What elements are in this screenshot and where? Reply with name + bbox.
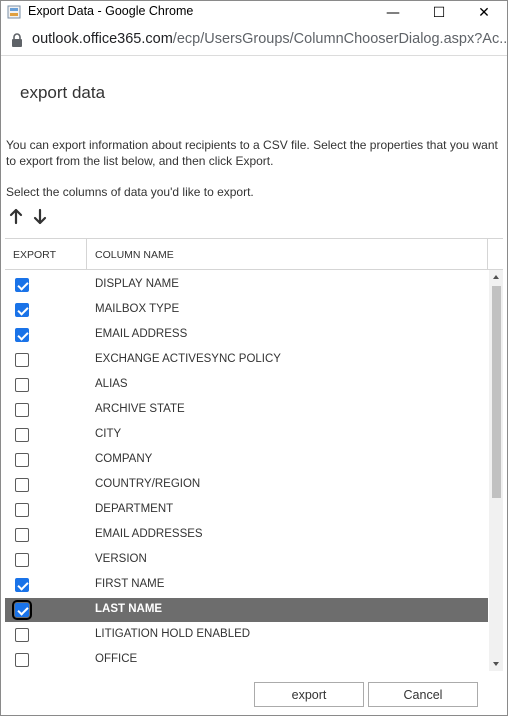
table-row[interactable]: FIRST NAME: [5, 573, 488, 597]
export-app-icon: [7, 5, 21, 19]
table-row[interactable]: COUNTRY/REGION: [5, 473, 488, 497]
column-name-label: ALIAS: [95, 378, 128, 390]
table-row[interactable]: ARCHIVE STATE: [5, 398, 488, 422]
url-text[interactable]: outlook.office365.com/ecp/UsersGroups/Co…: [32, 31, 508, 47]
column-name-label: OFFICE: [95, 653, 138, 665]
table-row[interactable]: EMAIL ADDRESS: [5, 323, 488, 347]
minimize-button[interactable]: —: [370, 1, 416, 24]
move-down-arrow-icon[interactable]: [32, 207, 48, 227]
table-row[interactable]: DISPLAY NAME: [5, 273, 488, 297]
export-checkbox[interactable]: [15, 528, 29, 542]
table-row[interactable]: CITY: [5, 423, 488, 447]
column-name-label: COUNTRY/REGION: [95, 478, 201, 490]
dialog-title: export data: [20, 83, 106, 102]
browser-window: Export Data - Google Chrome — ☐ ✕ outloo…: [0, 0, 508, 716]
export-checkbox[interactable]: [15, 378, 29, 392]
scroll-up-icon[interactable]: [489, 270, 503, 284]
export-checkbox[interactable]: [15, 353, 29, 367]
export-button[interactable]: export: [254, 682, 364, 707]
dialog-instruction: Select the columns of data you'd like to…: [6, 185, 254, 199]
column-name-label: LITIGATION HOLD ENABLED: [95, 628, 251, 640]
column-name-label: EXCHANGE ACTIVESYNC POLICY: [95, 353, 281, 365]
export-checkbox[interactable]: [15, 578, 29, 592]
export-checkbox[interactable]: [15, 403, 29, 417]
table-body: DISPLAY NAME MAILBOX TYPE EMAIL ADDRESS EXC…: [5, 273, 488, 671]
table-row[interactable]: OFFICE: [5, 648, 488, 671]
export-checkbox[interactable]: [15, 453, 29, 467]
vertical-scrollbar[interactable]: [489, 270, 503, 671]
cancel-button[interactable]: Cancel: [368, 682, 478, 707]
scrollbar-thumb[interactable]: [492, 286, 501, 498]
column-divider: [86, 239, 87, 269]
table-row[interactable]: VERSION: [5, 548, 488, 572]
export-checkbox[interactable]: [15, 553, 29, 567]
title-bar[interactable]: Export Data - Google Chrome — ☐ ✕: [1, 1, 507, 24]
column-name-label: EMAIL ADDRESS: [95, 328, 188, 340]
export-checkbox[interactable]: [15, 303, 29, 317]
scroll-down-icon[interactable]: [489, 657, 503, 671]
column-divider: [487, 239, 488, 269]
export-checkbox[interactable]: [12, 600, 32, 620]
column-name-label: DISPLAY NAME: [95, 278, 179, 290]
header-column-name[interactable]: COLUMN NAME: [95, 249, 174, 261]
table-row[interactable]: LITIGATION HOLD ENABLED: [5, 623, 488, 647]
column-name-label: FIRST NAME: [95, 578, 165, 590]
export-checkbox[interactable]: [15, 478, 29, 492]
column-name-label: DEPARTMENT: [95, 503, 174, 515]
export-checkbox[interactable]: [15, 628, 29, 642]
columns-table: EXPORT COLUMN NAME DISPLAY NAME MAILBOX T…: [5, 238, 503, 671]
close-button[interactable]: ✕: [461, 1, 507, 24]
window-title: Export Data - Google Chrome: [28, 4, 194, 18]
lock-icon: [12, 33, 22, 47]
move-up-arrow-icon[interactable]: [8, 207, 24, 227]
table-row[interactable]: EXCHANGE ACTIVESYNC POLICY: [5, 348, 488, 372]
export-checkbox[interactable]: [15, 503, 29, 517]
export-checkbox[interactable]: [15, 653, 29, 667]
table-row[interactable]: MAILBOX TYPE: [5, 298, 488, 322]
address-bar[interactable]: outlook.office365.com/ecp/UsersGroups/Co…: [1, 24, 508, 56]
header-export[interactable]: EXPORT: [13, 249, 56, 261]
export-checkbox[interactable]: [15, 428, 29, 442]
column-name-label: EMAIL ADDRESSES: [95, 528, 203, 540]
url-domain: outlook.office365.com: [32, 31, 173, 47]
column-name-label: COMPANY: [95, 453, 153, 465]
export-checkbox[interactable]: [15, 328, 29, 342]
column-name-label: ARCHIVE STATE: [95, 403, 185, 415]
column-name-label: VERSION: [95, 553, 147, 565]
dialog-description: You can export information about recipie…: [6, 138, 498, 168]
table-row[interactable]: LAST NAME: [5, 598, 488, 622]
table-row[interactable]: ALIAS: [5, 373, 488, 397]
column-name-label: CITY: [95, 428, 122, 440]
table-row[interactable]: DEPARTMENT: [5, 498, 488, 522]
column-name-label: MAILBOX TYPE: [95, 303, 180, 315]
table-row[interactable]: EMAIL ADDRESSES: [5, 523, 488, 547]
column-name-label: LAST NAME: [95, 603, 163, 615]
table-header: EXPORT COLUMN NAME: [5, 239, 503, 270]
export-checkbox[interactable]: [15, 278, 29, 292]
table-row[interactable]: COMPANY: [5, 448, 488, 472]
url-path: /ecp/UsersGroups/ColumnChooserDialog.asp…: [172, 31, 508, 47]
maximize-button[interactable]: ☐: [416, 1, 462, 24]
